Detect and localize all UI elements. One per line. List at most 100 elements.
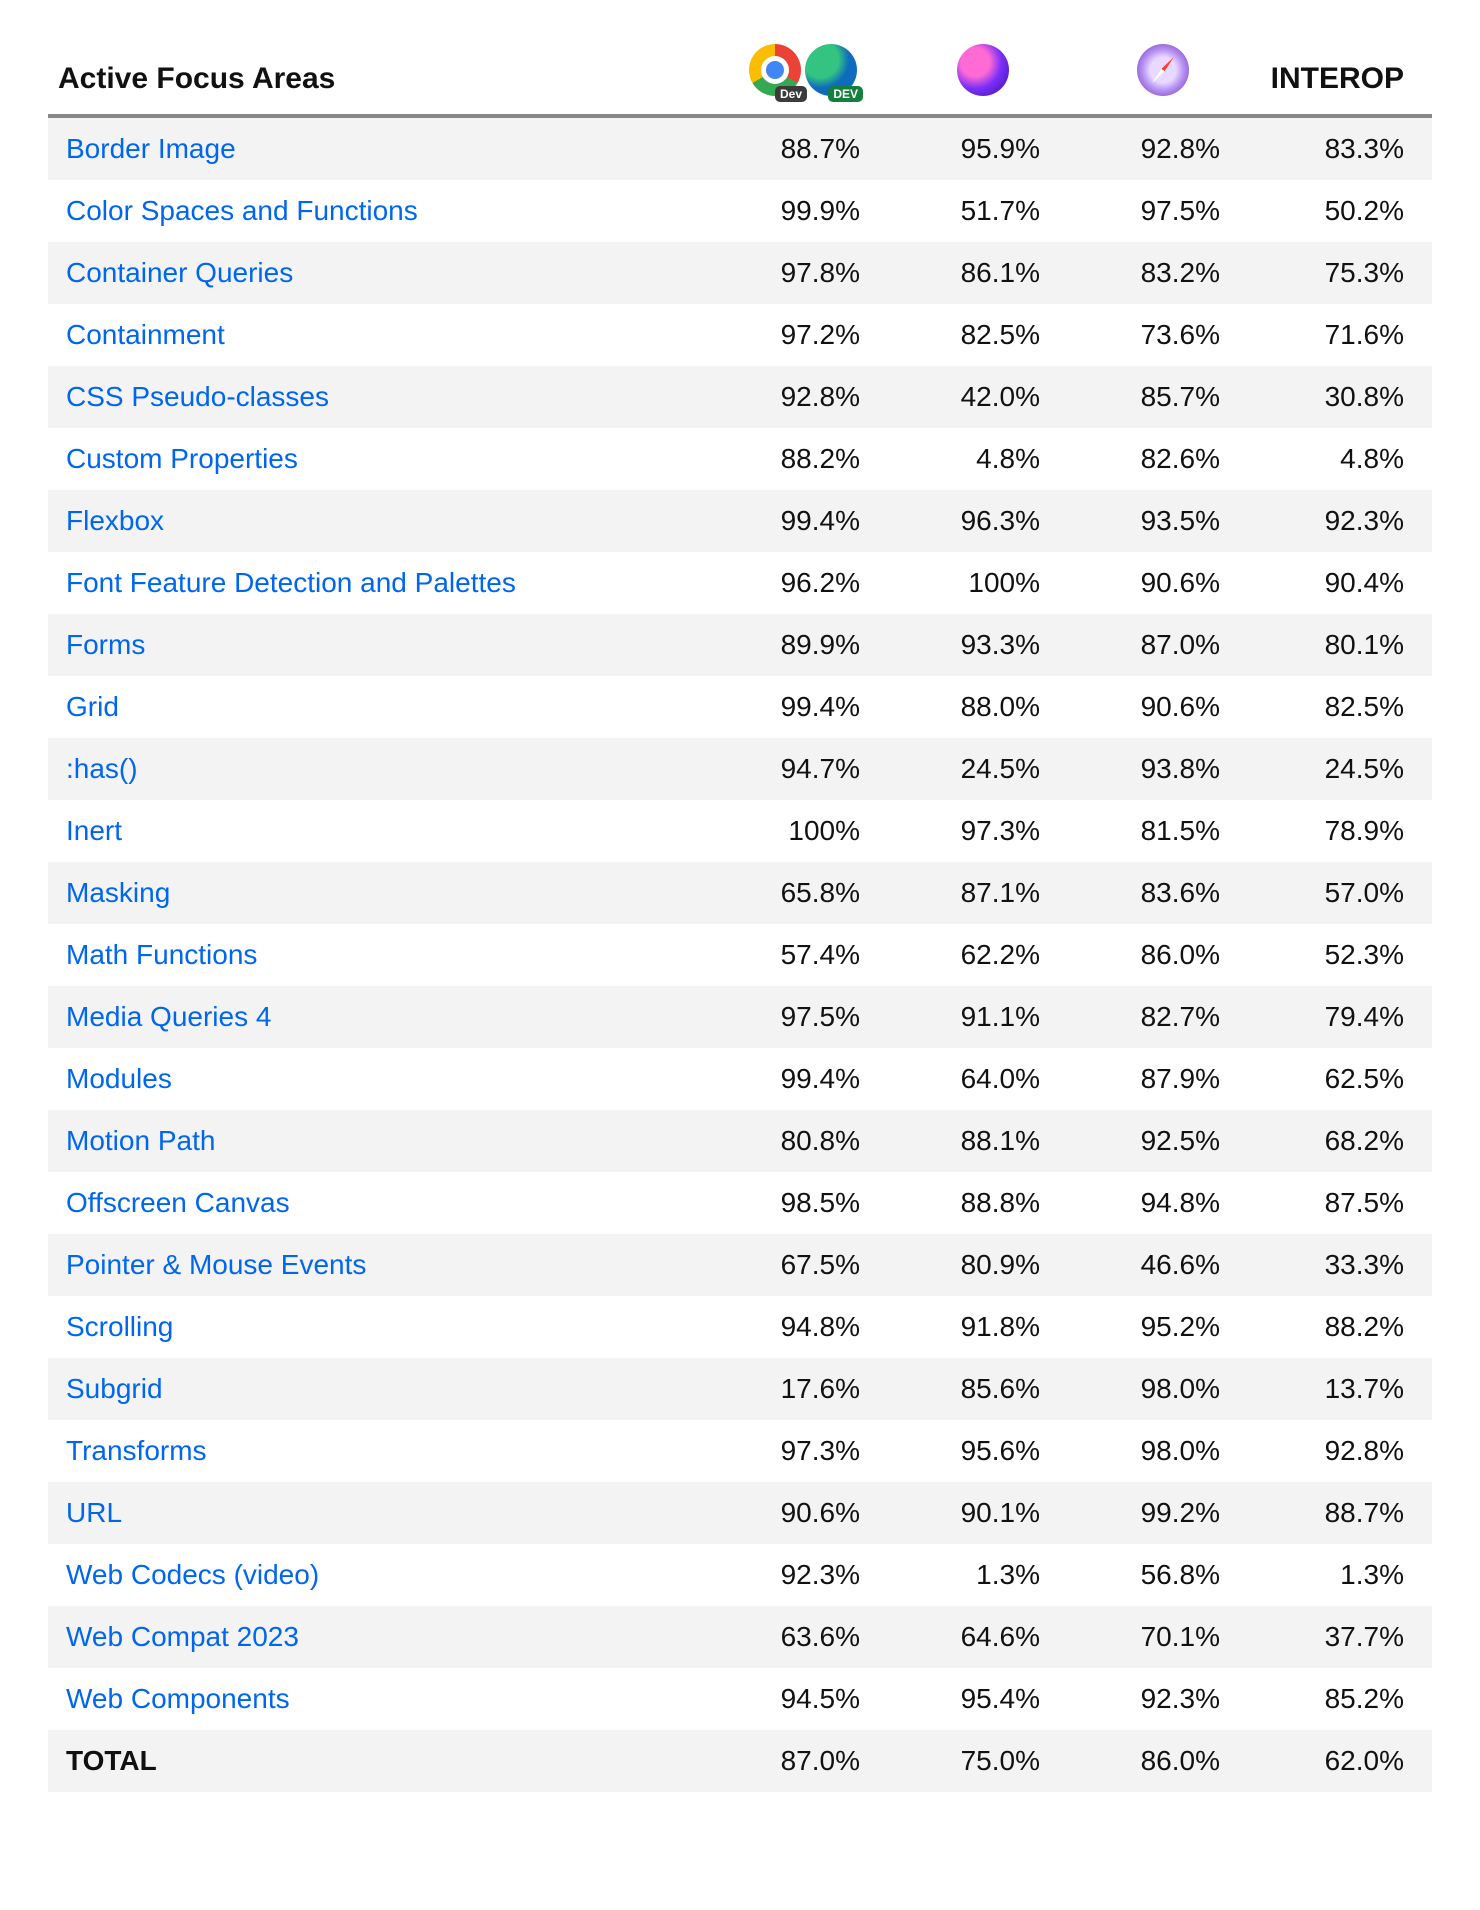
firefox-score: 88.0% (888, 676, 1068, 738)
safari-score: 73.6% (1068, 304, 1248, 366)
scores-table: Active Focus Areas Dev DEV (48, 30, 1432, 1792)
feature-link[interactable]: Container Queries (66, 257, 293, 288)
interop-score: 78.9% (1248, 800, 1432, 862)
feature-link[interactable]: Transforms (66, 1435, 207, 1466)
firefox-score: 1.3% (888, 1544, 1068, 1606)
feature-name-cell: Inert (48, 800, 708, 862)
total-row: TOTAL87.0%75.0%86.0%62.0% (48, 1730, 1432, 1792)
chrome-edge-score: 65.8% (708, 862, 888, 924)
feature-name-cell: Media Queries 4 (48, 986, 708, 1048)
feature-name-cell: Subgrid (48, 1358, 708, 1420)
firefox-score: 51.7% (888, 180, 1068, 242)
safari-score: 92.5% (1068, 1110, 1248, 1172)
feature-link[interactable]: Masking (66, 877, 170, 908)
safari-score: 92.8% (1068, 116, 1248, 180)
table-row: Web Codecs (video)92.3%1.3%56.8%1.3% (48, 1544, 1432, 1606)
table-row: Web Components94.5%95.4%92.3%85.2% (48, 1668, 1432, 1730)
feature-link[interactable]: Modules (66, 1063, 172, 1094)
feature-link[interactable]: Web Components (66, 1683, 290, 1714)
feature-name-cell: Pointer & Mouse Events (48, 1234, 708, 1296)
chrome-edge-score: 63.6% (708, 1606, 888, 1668)
feature-name-cell: Flexbox (48, 490, 708, 552)
feature-link[interactable]: Grid (66, 691, 119, 722)
table-row: Forms89.9%93.3%87.0%80.1% (48, 614, 1432, 676)
feature-link[interactable]: Border Image (66, 133, 236, 164)
feature-name-cell: Container Queries (48, 242, 708, 304)
interop-score: 71.6% (1248, 304, 1432, 366)
interop-score: 57.0% (1248, 862, 1432, 924)
safari-score: 83.2% (1068, 242, 1248, 304)
table-row: CSS Pseudo-classes92.8%42.0%85.7%30.8% (48, 366, 1432, 428)
chrome-edge-score: 100% (708, 800, 888, 862)
header-title: Active Focus Areas (48, 30, 708, 116)
chrome-edge-score: 97.2% (708, 304, 888, 366)
feature-link[interactable]: Math Functions (66, 939, 257, 970)
feature-link[interactable]: Custom Properties (66, 443, 298, 474)
table-row: Masking65.8%87.1%83.6%57.0% (48, 862, 1432, 924)
chrome-edge-score: 88.2% (708, 428, 888, 490)
chrome-edge-score: 94.8% (708, 1296, 888, 1358)
chrome-edge-score: 99.9% (708, 180, 888, 242)
edge-dev-badge: DEV (828, 86, 863, 102)
interop-score: 33.3% (1248, 1234, 1432, 1296)
interop-score: 85.2% (1248, 1668, 1432, 1730)
chrome-edge-score: 94.5% (708, 1668, 888, 1730)
firefox-score: 91.1% (888, 986, 1068, 1048)
feature-link[interactable]: Inert (66, 815, 122, 846)
feature-link[interactable]: Flexbox (66, 505, 164, 536)
chrome-edge-score: 17.6% (708, 1358, 888, 1420)
safari-tp-icon (1137, 44, 1189, 96)
safari-score: 87.0% (1068, 614, 1248, 676)
feature-link[interactable]: Color Spaces and Functions (66, 195, 418, 226)
firefox-score: 93.3% (888, 614, 1068, 676)
feature-link[interactable]: Font Feature Detection and Palettes (66, 567, 516, 598)
safari-score: 56.8% (1068, 1544, 1248, 1606)
safari-score: 99.2% (1068, 1482, 1248, 1544)
feature-link[interactable]: Forms (66, 629, 145, 660)
table-row: Color Spaces and Functions99.9%51.7%97.5… (48, 180, 1432, 242)
firefox-score: 24.5% (888, 738, 1068, 800)
chrome-edge-score: 98.5% (708, 1172, 888, 1234)
interop-score: 87.5% (1248, 1172, 1432, 1234)
feature-link[interactable]: Web Compat 2023 (66, 1621, 299, 1652)
feature-link[interactable]: Media Queries 4 (66, 1001, 271, 1032)
interop-score: 1.3% (1248, 1544, 1432, 1606)
interop-score: 80.1% (1248, 614, 1432, 676)
feature-name-cell: CSS Pseudo-classes (48, 366, 708, 428)
safari-score: 70.1% (1068, 1606, 1248, 1668)
table-row: Web Compat 202363.6%64.6%70.1%37.7% (48, 1606, 1432, 1668)
table-row: Transforms97.3%95.6%98.0%92.8% (48, 1420, 1432, 1482)
feature-link[interactable]: Containment (66, 319, 225, 350)
interop-score: 83.3% (1248, 116, 1432, 180)
safari-score: 82.7% (1068, 986, 1248, 1048)
feature-link[interactable]: URL (66, 1497, 122, 1528)
feature-link[interactable]: Motion Path (66, 1125, 215, 1156)
feature-link[interactable]: Offscreen Canvas (66, 1187, 290, 1218)
total-label: TOTAL (48, 1730, 708, 1792)
feature-name-cell: Modules (48, 1048, 708, 1110)
table-row: Inert100%97.3%81.5%78.9% (48, 800, 1432, 862)
safari-score: 98.0% (1068, 1358, 1248, 1420)
chrome-edge-score: 80.8% (708, 1110, 888, 1172)
feature-link[interactable]: Subgrid (66, 1373, 163, 1404)
feature-name-cell: Font Feature Detection and Palettes (48, 552, 708, 614)
table-body: Border Image88.7%95.9%92.8%83.3% Color Sp… (48, 116, 1432, 1792)
feature-link[interactable]: Web Codecs (video) (66, 1559, 319, 1590)
interop-scores-page: Active Focus Areas Dev DEV (0, 0, 1480, 1842)
interop-score: 82.5% (1248, 676, 1432, 738)
total-chrome-edge: 87.0% (708, 1730, 888, 1792)
feature-link[interactable]: CSS Pseudo-classes (66, 381, 329, 412)
safari-score: 98.0% (1068, 1420, 1248, 1482)
safari-score: 95.2% (1068, 1296, 1248, 1358)
edge-dev-icon: DEV (805, 44, 857, 96)
feature-link[interactable]: Scrolling (66, 1311, 173, 1342)
table-row: Border Image88.7%95.9%92.8%83.3% (48, 116, 1432, 180)
header-firefox (888, 30, 1068, 116)
firefox-score: 86.1% (888, 242, 1068, 304)
feature-name-cell: Transforms (48, 1420, 708, 1482)
feature-name-cell: Web Compat 2023 (48, 1606, 708, 1668)
feature-link[interactable]: :has() (66, 753, 138, 784)
chrome-edge-score: 99.4% (708, 490, 888, 552)
feature-link[interactable]: Pointer & Mouse Events (66, 1249, 366, 1280)
interop-score: 50.2% (1248, 180, 1432, 242)
